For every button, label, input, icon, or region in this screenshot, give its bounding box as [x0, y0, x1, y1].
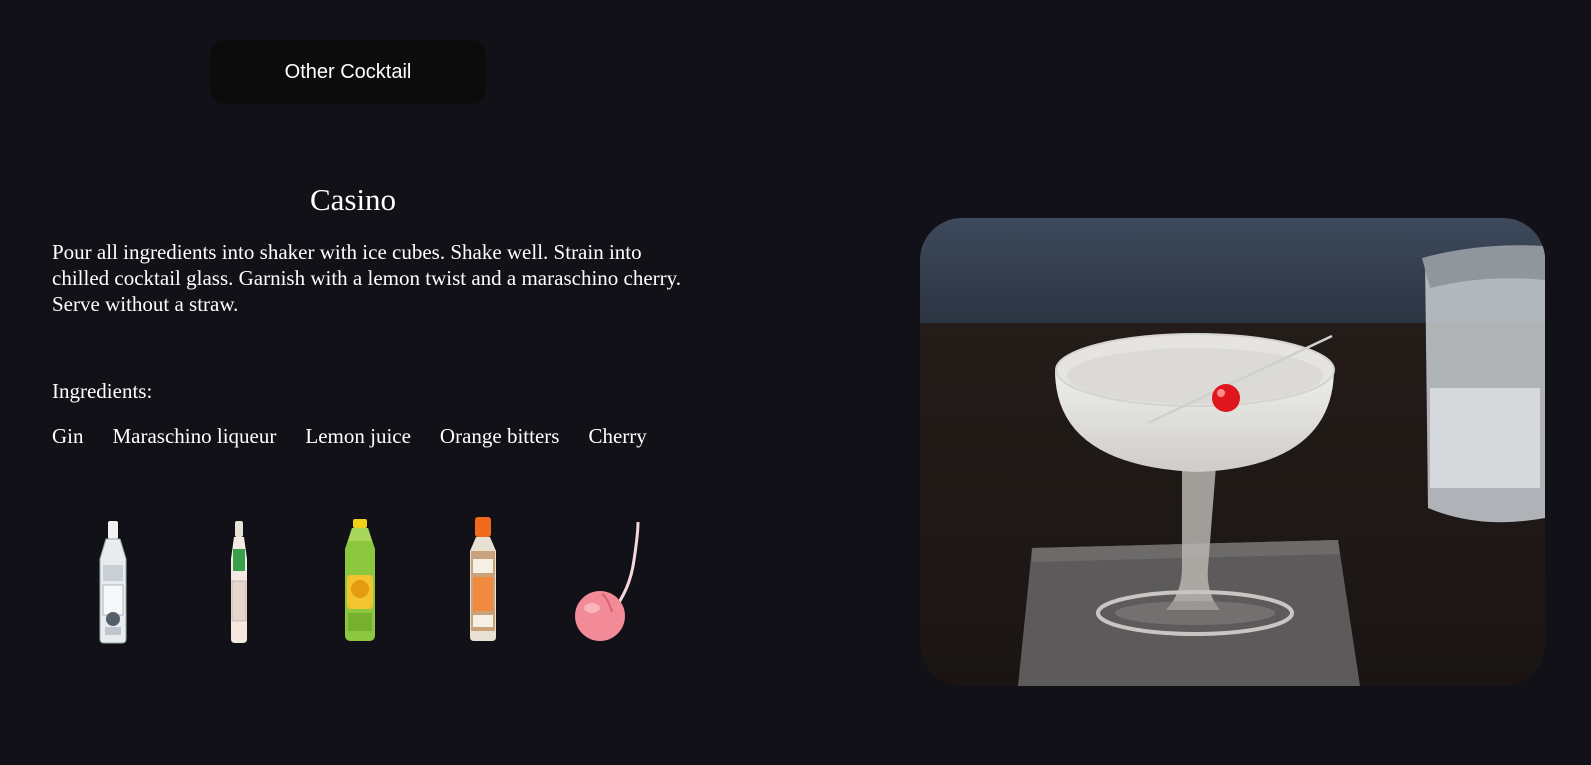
ingredient-name: Cherry: [588, 424, 647, 448]
lemon-juice-bottle-icon: [339, 517, 381, 648]
gin-bottle-icon: [92, 519, 134, 650]
cherry-icon: [572, 520, 652, 649]
ingredients-heading: Ingredients:: [52, 379, 153, 403]
cocktail-photo: [920, 218, 1545, 686]
bitters-bottle-icon: [464, 515, 502, 648]
ingredients-list: Gin Maraschino liqueur Lemon juice Orang…: [52, 424, 647, 449]
liqueur-bottle-icon: [224, 519, 254, 650]
other-cocktail-button[interactable]: Other Cocktail: [210, 40, 486, 104]
ingredient-name: Maraschino liqueur: [112, 424, 277, 448]
cocktail-instructions: Pour all ingredients into shaker with ic…: [52, 240, 682, 316]
cocktail-title: Casino: [309, 182, 397, 217]
ingredient-name: Gin: [52, 424, 84, 448]
ingredient-name: Orange bitters: [439, 424, 560, 448]
ingredient-name: Lemon juice: [305, 424, 411, 448]
